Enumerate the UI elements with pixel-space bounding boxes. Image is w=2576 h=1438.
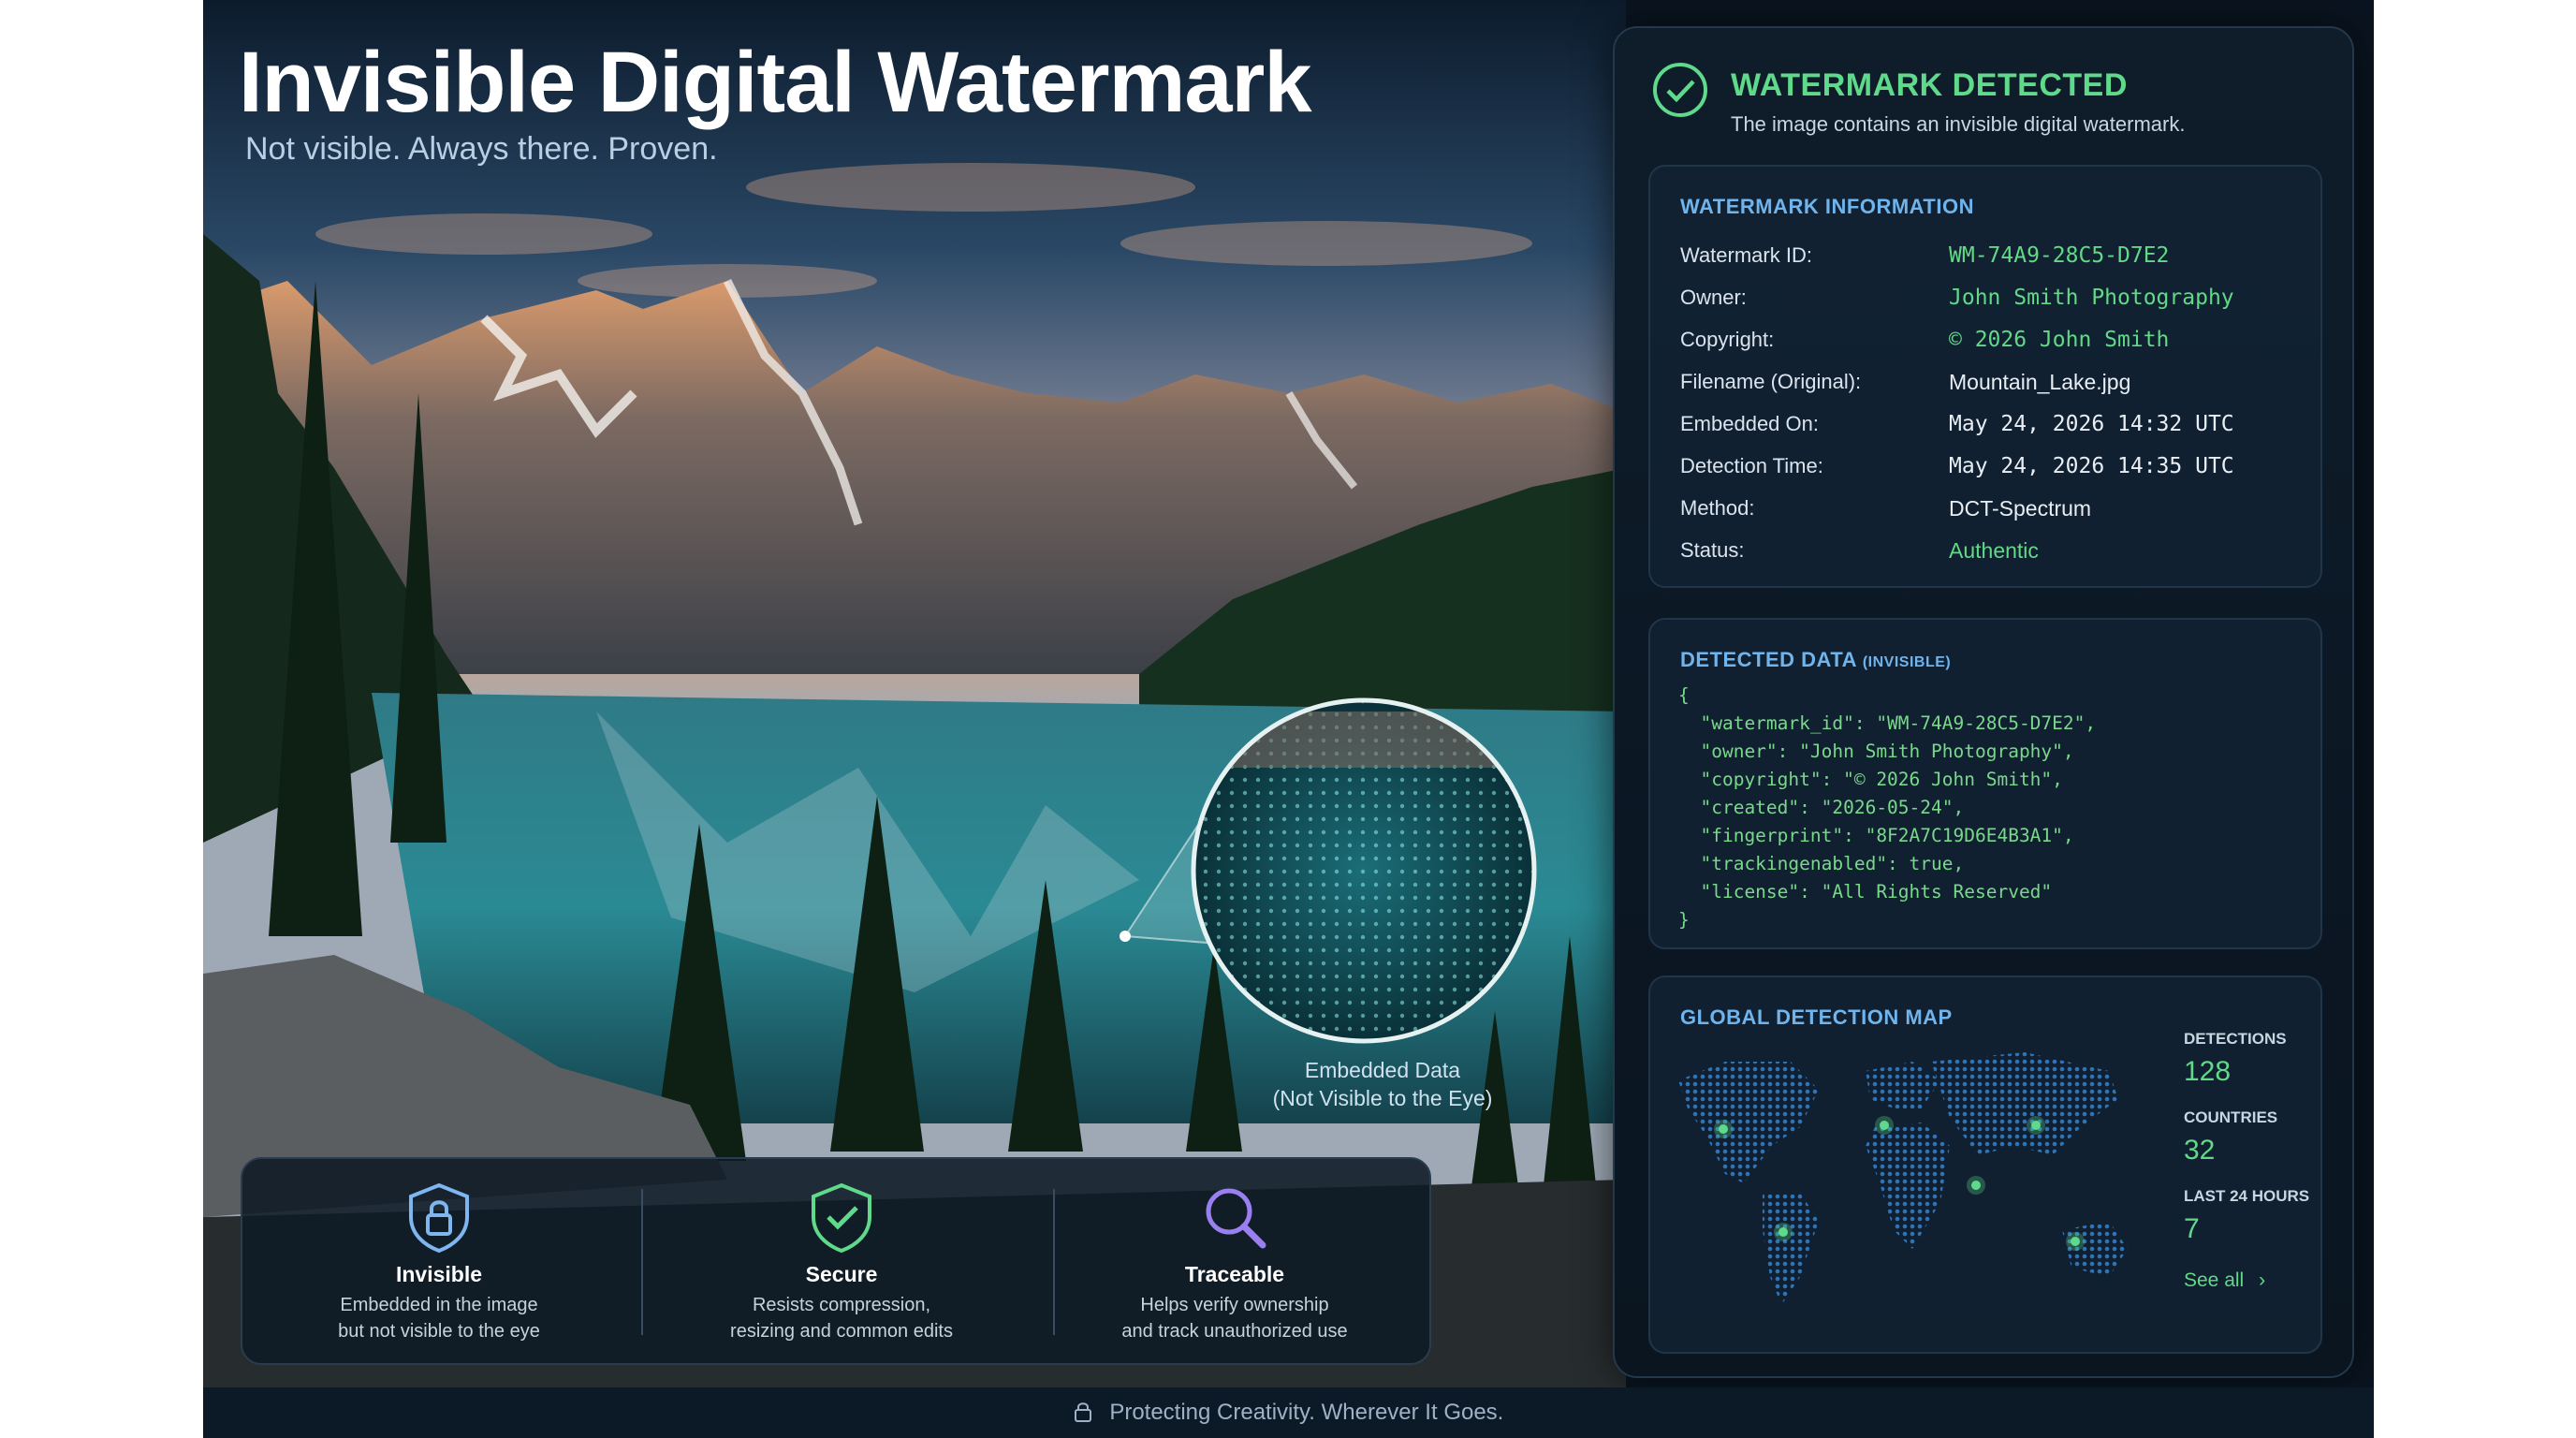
global-map-card: GLOBAL DETECTION MAP DETECTIONS 128 COUN… <box>1648 976 2322 1354</box>
info-card-title: WATERMARK INFORMATION <box>1680 195 1974 218</box>
info-value: Mountain_Lake.jpg <box>1949 370 2131 394</box>
callout-line-2: (Not Visible to the Eye) <box>1272 1086 1493 1110</box>
feature-secure: Secure Resists compression, resizing and… <box>645 1159 1038 1363</box>
detection-title: WATERMARK DETECTED <box>1731 67 2128 103</box>
watermark-info-card: WATERMARK INFORMATION Watermark ID: WM-7… <box>1648 165 2322 588</box>
chevron-right-icon: › <box>2259 1269 2266 1291</box>
feature-desc-line: and track unauthorized use <box>1121 1321 1348 1342</box>
feature-desc-line: Resists compression, <box>752 1295 931 1315</box>
info-key: Copyright: <box>1680 328 1775 351</box>
info-row-watermark-id: Watermark ID: WM-74A9-28C5-D7E2 <box>1680 243 2298 281</box>
magnifier-icon <box>1206 1188 1266 1249</box>
features-bar: Invisible Embedded in the image but not … <box>241 1157 1431 1365</box>
info-value: May 24, 2026 14:32 UTC <box>1949 412 2234 436</box>
detection-subtitle: The image contains an invisible digital … <box>1731 112 2186 136</box>
lock-icon <box>1074 1402 1091 1422</box>
check-circle-icon <box>1653 63 1707 117</box>
page-subtitle: Not visible. Always there. Proven. <box>245 131 718 167</box>
info-value: May 24, 2026 14:35 UTC <box>1949 454 2234 478</box>
info-key: Owner: <box>1680 286 1747 309</box>
info-value: WM-74A9-28C5-D7E2 <box>1949 243 2170 268</box>
stat-value-last-24h: 7 <box>2184 1213 2200 1244</box>
detection-panel: WATERMARK DETECTED The image contains an… <box>1613 26 2354 1378</box>
map-title: GLOBAL DETECTION MAP <box>1680 1005 1953 1029</box>
info-row-method: Method: DCT-Spectrum <box>1680 496 2298 534</box>
feature-desc-line: Embedded in the image <box>340 1295 538 1315</box>
feature-desc-line: Helps verify ownership <box>1140 1295 1329 1315</box>
feature-description: Resists compression, resizing and common… <box>645 1292 1038 1344</box>
feature-divider <box>641 1189 643 1335</box>
see-all-label: See all <box>2184 1269 2245 1291</box>
check-shield-icon <box>812 1182 871 1254</box>
info-key: Method: <box>1680 496 1755 520</box>
feature-title: Traceable <box>1184 1262 1285 1286</box>
detected-data-json: { "watermark_id": "WM-74A9-28C5-D7E2", "… <box>1678 684 2097 931</box>
stat-label-last-24h: LAST 24 HOURS <box>2184 1187 2310 1205</box>
info-row-filename: Filename (Original): Mountain_Lake.jpg <box>1680 370 2298 407</box>
info-row-embedded-on: Embedded On: May 24, 2026 14:32 UTC <box>1680 412 2298 449</box>
footer-bar: Protecting Creativity. Wherever It Goes. <box>203 1387 2374 1438</box>
callout-line-1: Embedded Data <box>1304 1058 1461 1082</box>
info-key: Status: <box>1680 538 1745 562</box>
feature-description: Helps verify ownership and track unautho… <box>1038 1292 1431 1344</box>
see-all-link[interactable]: See all › <box>2184 1269 2265 1292</box>
info-value: DCT-Spectrum <box>1949 496 2092 521</box>
info-row-owner: Owner: John Smith Photography <box>1680 286 2298 323</box>
stat-value-countries: 32 <box>2184 1135 2216 1166</box>
info-key: Detection Time: <box>1680 454 1823 477</box>
detected-data-card: DETECTED DATA (INVISIBLE) { "watermark_i… <box>1648 618 2322 949</box>
watermark-poster: Invisible Digital Watermark Not visible.… <box>203 0 2374 1438</box>
detected-data-title-small: (INVISIBLE) <box>1862 654 1952 670</box>
detected-data-title-main: DETECTED DATA <box>1680 648 1857 671</box>
stat-value-detections: 128 <box>2184 1056 2232 1087</box>
info-key: Embedded On: <box>1680 412 1819 435</box>
info-row-copyright: Copyright: © 2026 John Smith <box>1680 328 2298 365</box>
detected-data-title: DETECTED DATA (INVISIBLE) <box>1680 648 1951 672</box>
stat-label-countries: COUNTRIES <box>2184 1108 2278 1126</box>
detection-pins <box>1714 1116 2085 1251</box>
info-key: Watermark ID: <box>1680 243 1812 267</box>
stat-label-detections: DETECTIONS <box>2184 1030 2287 1048</box>
info-row-status: Status: Authentic <box>1680 538 2298 576</box>
info-value: John Smith Photography <box>1949 286 2234 310</box>
status-badge: Authentic <box>1949 538 2039 563</box>
feature-title: Secure <box>805 1262 878 1286</box>
footer-text: Protecting Creativity. Wherever It Goes. <box>203 1400 2374 1426</box>
feature-description: Embedded in the image but not visible to… <box>242 1292 636 1344</box>
feature-desc-line: resizing and common edits <box>730 1321 953 1342</box>
info-row-detection-time: Detection Time: May 24, 2026 14:35 UTC <box>1680 454 2298 492</box>
lock-shield-icon <box>409 1182 469 1254</box>
info-key: Filename (Original): <box>1680 370 1862 393</box>
info-value: © 2026 John Smith <box>1949 328 2170 352</box>
feature-traceable: Traceable Helps verify ownership and tra… <box>1038 1159 1431 1363</box>
feature-desc-line: but not visible to the eye <box>338 1321 540 1342</box>
embedded-data-callout: Embedded Data (Not Visible to the Eye) <box>1214 1056 1551 1112</box>
feature-title: Invisible <box>395 1262 483 1286</box>
feature-invisible: Invisible Embedded in the image but not … <box>242 1159 636 1363</box>
footer-tagline: Protecting Creativity. Wherever It Goes. <box>1109 1400 1504 1425</box>
page-title: Invisible Digital Watermark <box>239 35 1312 130</box>
